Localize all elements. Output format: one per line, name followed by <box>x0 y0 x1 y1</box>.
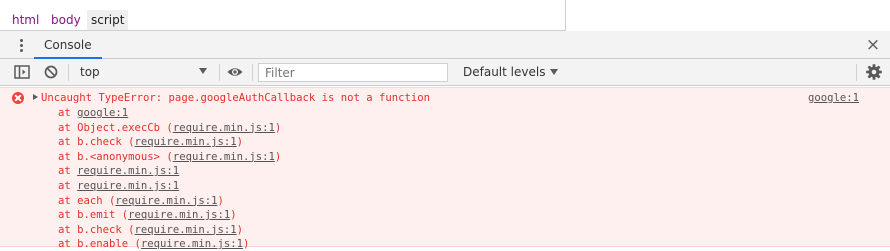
frame-prefix: at <box>58 121 78 134</box>
frame-prefix: at <box>58 238 78 251</box>
stack-frame: at b.enable (require.min.js:1) <box>58 237 281 251</box>
frame-source-link[interactable]: google:1 <box>77 107 128 119</box>
stack-frame: at require.min.js:1 <box>58 164 281 179</box>
frame-function: b.check ( <box>77 223 135 236</box>
error-icon <box>12 92 24 104</box>
toolbar-divider <box>68 64 69 81</box>
drawer-header: Console × <box>0 31 890 59</box>
toolbar-divider <box>856 64 857 81</box>
frame-suffix: ) <box>217 194 224 207</box>
clear-console-icon[interactable] <box>42 63 60 81</box>
frame-source-link[interactable]: require.min.js:1 <box>115 195 217 207</box>
frame-source-link[interactable]: require.min.js:1 <box>77 165 179 177</box>
sidebar-toggle-icon[interactable] <box>13 63 31 81</box>
console-toolbar: top Default levels <box>0 59 890 86</box>
frame-suffix: ) <box>274 121 282 134</box>
stack-frame: at Object.execCb (require.min.js:1) <box>58 121 281 136</box>
frame-prefix: at <box>58 179 78 192</box>
log-levels-label: Default levels <box>463 65 546 79</box>
breadcrumb-item-html[interactable]: html <box>8 10 43 30</box>
stack-frame: at b.emit (require.min.js:1) <box>58 208 281 223</box>
stack-frame: at google:1 <box>58 106 281 121</box>
frame-function: Object.execCb ( <box>77 121 173 134</box>
frame-function: b.emit ( <box>77 209 129 222</box>
frame-source-link[interactable]: require.min.js:1 <box>135 136 237 148</box>
frame-suffix: ) <box>236 136 243 149</box>
frame-prefix: at <box>58 165 78 178</box>
frame-source-link[interactable]: require.min.js:1 <box>128 209 230 221</box>
stack-trace: at google:1 at Object.execCb (require.mi… <box>58 106 281 251</box>
expand-triangle-icon[interactable] <box>33 94 38 100</box>
chevron-down-icon <box>550 69 559 75</box>
stack-frame: at each (require.min.js:1) <box>58 194 281 209</box>
log-levels-dropdown[interactable]: Default levels <box>463 59 559 85</box>
frame-function: each ( <box>77 194 116 207</box>
error-source-link[interactable]: google:1 <box>808 91 859 106</box>
frame-source-link[interactable]: require.min.js:1 <box>173 151 275 163</box>
gear-icon[interactable] <box>865 63 883 81</box>
frame-source-link[interactable]: require.min.js:1 <box>135 224 237 236</box>
chevron-down-icon <box>199 68 207 74</box>
toolbar-divider <box>252 64 253 81</box>
close-drawer-button[interactable]: × <box>863 35 883 55</box>
frame-prefix: at <box>58 150 78 163</box>
console-messages: Uncaught TypeError: page.googleAuthCallb… <box>0 87 890 251</box>
frame-function: b.enable ( <box>77 238 141 251</box>
tab-console[interactable]: Console <box>34 31 102 59</box>
context-value: top <box>80 65 100 79</box>
breadcrumb-item-script[interactable]: script <box>87 10 129 30</box>
frame-prefix: at <box>58 223 78 236</box>
frame-suffix: ) <box>230 209 237 222</box>
stack-frame: at b.check (require.min.js:1) <box>58 223 281 238</box>
frame-suffix: ) <box>236 223 243 236</box>
live-expression-icon[interactable] <box>226 63 244 81</box>
error-message: Uncaught TypeError: page.googleAuthCallb… <box>0 87 890 250</box>
error-text: Uncaught TypeError: page.googleAuthCallb… <box>41 92 431 104</box>
stack-frame: at require.min.js:1 <box>58 179 281 194</box>
frame-suffix: ) <box>274 150 282 163</box>
frame-function: b.<anonymous> ( <box>77 150 173 163</box>
frame-prefix: at <box>58 136 78 149</box>
frame-source-link[interactable]: require.min.js:1 <box>141 238 243 250</box>
frame-prefix: at <box>58 107 78 119</box>
stack-frame: at b.<anonymous> (require.min.js:1) <box>58 150 281 165</box>
frame-source-link[interactable]: require.min.js:1 <box>173 122 275 134</box>
frame-prefix: at <box>58 209 78 222</box>
filter-input[interactable] <box>258 63 448 82</box>
frame-suffix: ) <box>242 238 250 251</box>
more-tools-icon[interactable] <box>15 38 29 52</box>
frame-function: b.check ( <box>77 136 135 149</box>
breadcrumb-item-body[interactable]: body <box>47 10 85 30</box>
context-selector[interactable]: top <box>74 59 214 85</box>
frame-source-link[interactable]: require.min.js:1 <box>77 180 179 192</box>
frame-prefix: at <box>58 194 78 207</box>
breadcrumb: html body script <box>0 0 566 31</box>
toolbar-divider <box>219 64 220 81</box>
stack-frame: at b.check (require.min.js:1) <box>58 135 281 150</box>
